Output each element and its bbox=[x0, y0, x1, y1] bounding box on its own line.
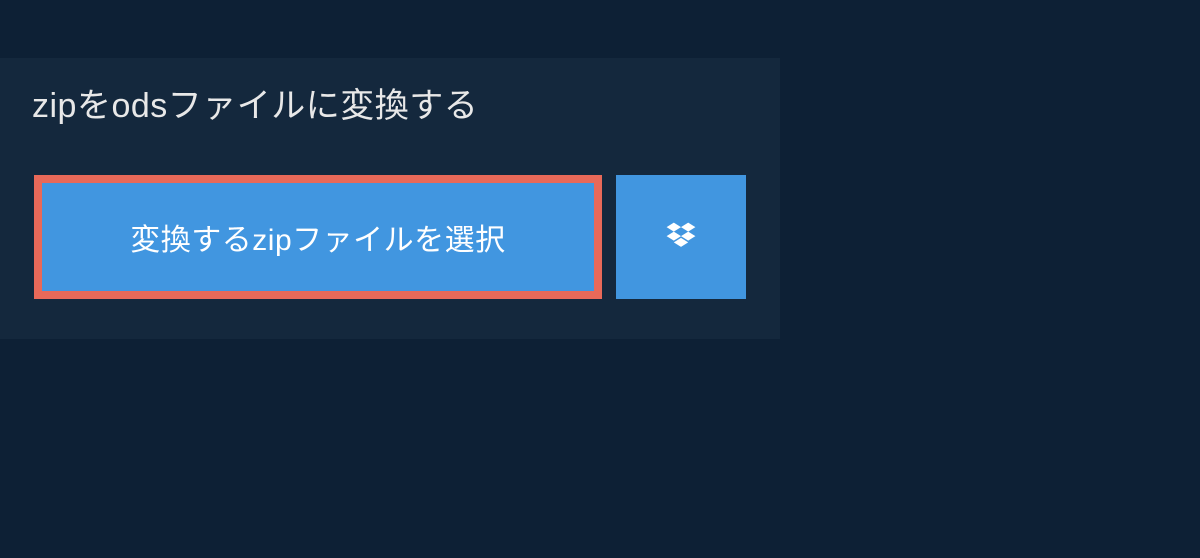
dropbox-icon bbox=[663, 219, 699, 255]
dropbox-button[interactable] bbox=[616, 175, 746, 299]
select-file-button[interactable]: 変換するzipファイルを選択 bbox=[34, 175, 602, 299]
title-bar: zipをodsファイルに変換する bbox=[0, 58, 580, 147]
page-title: zipをodsファイルに変換する bbox=[32, 78, 548, 127]
converter-panel: zipをodsファイルに変換する 変換するzipファイルを選択 bbox=[0, 58, 780, 339]
button-row: 変換するzipファイルを選択 bbox=[0, 147, 780, 299]
